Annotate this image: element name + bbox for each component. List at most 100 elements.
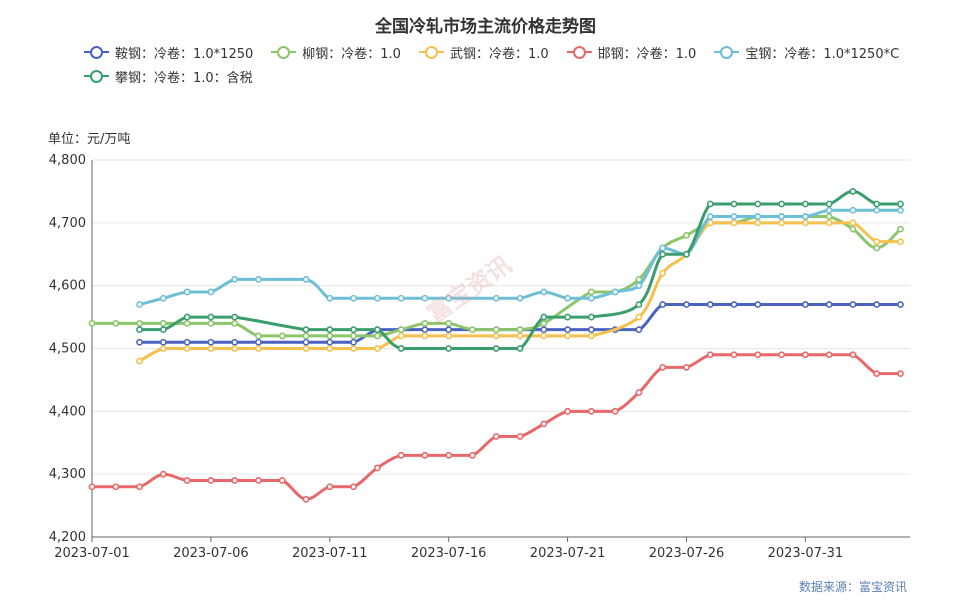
legend-label: 宝钢：冷卷：1.0*1250*C xyxy=(745,46,900,62)
data-point xyxy=(88,319,96,327)
data-point xyxy=(136,483,143,491)
data-point xyxy=(302,275,310,283)
data-point xyxy=(825,200,833,208)
data-point xyxy=(564,332,571,340)
data-point xyxy=(683,250,690,258)
series-line xyxy=(138,189,902,351)
data-point xyxy=(136,326,143,334)
legend-label: 攀钢：冷卷：1.0：含税 xyxy=(115,70,253,86)
data-point xyxy=(373,326,381,334)
data-point xyxy=(445,345,453,352)
data-point xyxy=(540,319,548,327)
data-point xyxy=(778,200,785,208)
data-point xyxy=(897,200,904,208)
x-tick-label: 2023-07-31 xyxy=(768,546,844,561)
data-point xyxy=(564,294,571,302)
data-point xyxy=(255,338,262,346)
data-point xyxy=(492,332,500,340)
y-tick-label: 4,600 xyxy=(49,279,86,294)
data-point xyxy=(207,345,215,352)
data-point xyxy=(255,345,262,352)
legend-line-icon xyxy=(84,45,109,59)
data-point xyxy=(659,363,667,371)
legend-item[interactable]: 武钢：冷卷：1.0 xyxy=(418,40,549,64)
data-point xyxy=(587,332,595,340)
data-point xyxy=(587,407,595,415)
data-point xyxy=(778,213,785,220)
legend-label: 柳钢：冷卷：1.0 xyxy=(302,46,401,62)
legend-label: 武钢：冷卷：1.0 xyxy=(449,46,549,62)
legend-item[interactable]: 鞍钢：冷卷：1.0*1250 xyxy=(84,40,253,64)
data-point xyxy=(421,319,429,327)
data-point xyxy=(136,357,143,365)
data-point xyxy=(302,345,310,352)
data-point xyxy=(706,219,714,227)
data-point xyxy=(706,200,714,208)
data-point xyxy=(706,351,714,359)
data-point xyxy=(278,332,286,340)
data-point xyxy=(730,219,738,227)
data-point xyxy=(825,351,833,359)
data-point xyxy=(397,345,405,352)
data-point xyxy=(754,301,762,308)
data-point xyxy=(350,326,357,334)
data-point xyxy=(326,483,334,491)
data-point xyxy=(849,188,857,195)
data-point xyxy=(183,288,191,296)
data-point xyxy=(754,213,762,220)
data-point xyxy=(326,326,334,334)
data-point xyxy=(159,294,167,302)
legend-item[interactable]: 柳钢：冷卷：1.0 xyxy=(271,40,401,64)
data-point xyxy=(611,288,619,296)
data-point xyxy=(706,213,714,220)
data-point xyxy=(207,288,215,296)
data-point xyxy=(897,225,904,233)
data-point xyxy=(445,319,453,327)
legend-item[interactable]: 宝钢：冷卷：1.0*1250*C xyxy=(714,40,899,64)
data-point xyxy=(873,370,881,378)
data-point xyxy=(516,332,524,340)
data-point xyxy=(801,301,809,308)
data-point xyxy=(635,282,643,290)
data-point xyxy=(255,477,262,484)
data-point xyxy=(469,326,476,334)
legend-item[interactable]: 攀钢：冷卷：1.0：含税 xyxy=(84,64,253,88)
data-point xyxy=(302,495,310,503)
x-tick-label: 2023-07-21 xyxy=(530,546,606,561)
data-point xyxy=(231,477,239,484)
data-point xyxy=(159,326,167,334)
x-tick-label: 2023-07-01 xyxy=(54,546,130,561)
y-unit-label: 单位：元/万吨 xyxy=(48,132,131,147)
data-point xyxy=(540,326,548,334)
data-point xyxy=(611,407,619,415)
data-point xyxy=(706,301,714,308)
data-point xyxy=(778,351,785,359)
data-point xyxy=(683,363,690,371)
data-point xyxy=(516,294,524,302)
data-point xyxy=(397,451,405,459)
data-source: 数据来源：富宝资讯 xyxy=(798,580,907,594)
y-tick-label: 4,700 xyxy=(49,216,86,231)
legend-item[interactable]: 邯钢：冷卷：1.0 xyxy=(566,40,696,64)
data-point xyxy=(778,219,785,227)
legend-line-icon xyxy=(566,45,592,59)
data-point xyxy=(730,301,738,308)
data-point xyxy=(445,294,453,302)
data-point xyxy=(540,313,548,321)
data-point xyxy=(635,326,643,334)
data-point xyxy=(659,250,667,258)
data-point xyxy=(231,345,239,352)
data-point xyxy=(516,345,524,352)
data-point xyxy=(350,483,357,491)
data-point xyxy=(326,294,334,302)
legend-line-icon xyxy=(418,45,444,59)
series-3 xyxy=(88,351,904,503)
data-point xyxy=(397,332,405,340)
data-point xyxy=(112,483,120,491)
data-point xyxy=(231,275,239,283)
data-point xyxy=(397,294,405,302)
data-point xyxy=(350,345,357,352)
data-point xyxy=(350,294,357,302)
data-point xyxy=(492,294,500,302)
data-point xyxy=(849,351,857,359)
